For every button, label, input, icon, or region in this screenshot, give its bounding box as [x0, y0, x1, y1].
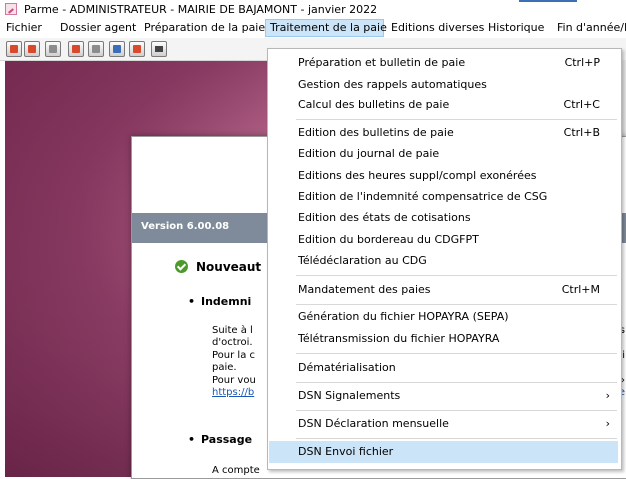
bullet-indemnite: Indemni: [188, 295, 251, 308]
menu-item-hopayra-sepa[interactable]: Génération du fichier HOPAYRA (SEPA): [269, 306, 618, 328]
chevron-right-icon: ›: [605, 389, 610, 402]
menu-bar: Fichier Dossier agent Préparation de la …: [0, 19, 626, 37]
menu-item-indemnite-csg[interactable]: Edition de l'indemnité compensatrice de …: [269, 186, 618, 208]
menu-item-mandatement[interactable]: Mandatement des paies Ctrl+M: [269, 279, 618, 301]
menu-item-shortcut: Ctrl+C: [563, 98, 600, 111]
window-title: Parme - ADMINISTRATEUR - MAIRIE DE BAJAM…: [24, 3, 378, 16]
menu-traitement-paie[interactable]: Traitement de la paie: [265, 19, 387, 37]
agent-edit-icon[interactable]: [24, 41, 40, 57]
menu-item-rappels-automatiques[interactable]: Gestion des rappels automatiques: [269, 74, 618, 96]
bullet-passage: Passage: [188, 433, 252, 446]
menu-item-dsn-envoi[interactable]: DSN Envoi fichier: [269, 441, 618, 463]
version-label: Version 6.00.08: [141, 221, 230, 232]
menu-item-dsn-declaration[interactable]: DSN Déclaration mensuelle ›: [269, 413, 618, 435]
menu-item-label: Télétransmission du fichier HOPAYRA: [298, 332, 500, 345]
print-batch-icon[interactable]: [129, 41, 145, 57]
menu-item-label: Préparation et bulletin de paie: [298, 56, 466, 69]
menu-item-bordereau-cdgfpt[interactable]: Edition du bordereau du CDGFPT: [269, 229, 618, 251]
menu-item-teledeclaration-cdg[interactable]: Télédéclaration au CDG: [269, 250, 618, 272]
title-accent-line: [519, 0, 577, 2]
menu-item-label: Dématérialisation: [298, 361, 396, 374]
menu-separator: [296, 438, 617, 439]
menu-item-label: Editions des heures suppl/compl exonérée…: [298, 169, 537, 182]
menu-item-label: Edition des bulletins de paie: [298, 126, 454, 139]
menu-item-journal-paie[interactable]: Edition du journal de paie: [269, 143, 618, 165]
save-icon[interactable]: [151, 41, 167, 57]
menu-separator: [296, 382, 617, 383]
menu-item-label: Calcul des bulletins de paie: [298, 98, 450, 111]
note-line: Pour la c: [212, 350, 256, 361]
menu-item-hopayra-transmission[interactable]: Télétransmission du fichier HOPAYRA: [269, 328, 618, 350]
parme-app-icon: [5, 3, 17, 15]
menu-fichier[interactable]: Fichier: [2, 19, 46, 37]
traitement-paie-dropdown: Préparation et bulletin de paie Ctrl+P G…: [267, 48, 622, 470]
menu-item-heures-suppl[interactable]: Editions des heures suppl/compl exonérée…: [269, 165, 618, 187]
note-link[interactable]: https://b: [212, 387, 254, 398]
menu-separator: [296, 119, 617, 120]
menu-fin-annee[interactable]: Fin d'année/D: [553, 19, 626, 37]
calculator-icon[interactable]: [45, 41, 61, 57]
notes-title: Nouveaut: [196, 260, 262, 274]
agent-list-icon[interactable]: [68, 41, 84, 57]
menu-item-label: Génération du fichier HOPAYRA (SEPA): [298, 310, 509, 323]
menu-item-dsn-signalements[interactable]: DSN Signalements ›: [269, 385, 618, 407]
check-circle-icon: [175, 260, 188, 273]
menu-separator: [296, 304, 617, 305]
title-bar: Parme - ADMINISTRATEUR - MAIRIE DE BAJAM…: [0, 0, 626, 18]
menu-item-preparation-bulletin[interactable]: Préparation et bulletin de paie Ctrl+P: [269, 52, 618, 74]
menu-item-shortcut: Ctrl+M: [561, 283, 600, 296]
note-line: paie.: [212, 362, 237, 373]
menu-item-edition-bulletins[interactable]: Edition des bulletins de paie Ctrl+B: [269, 122, 618, 144]
menu-item-label: DSN Signalements: [298, 389, 401, 402]
menu-item-label: Edition de l'indemnité compensatrice de …: [298, 190, 548, 203]
menu-historique[interactable]: Historique: [484, 19, 548, 37]
menu-item-etats-cotisations[interactable]: Edition des états de cotisations: [269, 207, 618, 229]
note-line: Pour vou: [212, 375, 256, 386]
chevron-right-icon: ›: [605, 417, 610, 430]
menu-separator: [296, 275, 617, 276]
menu-item-label: Gestion des rappels automatiques: [298, 78, 487, 91]
menu-item-label: DSN Déclaration mensuelle: [298, 417, 449, 430]
menu-item-shortcut: Ctrl+P: [564, 56, 600, 69]
clipped-text: i: [622, 350, 625, 361]
note-line: A compte: [212, 465, 260, 476]
menu-item-label: Edition des états de cotisations: [298, 211, 471, 224]
menu-separator: [296, 353, 617, 354]
menu-item-label: DSN Envoi fichier: [298, 445, 394, 458]
menu-item-label: Edition du journal de paie: [298, 147, 440, 160]
agent-icon[interactable]: [6, 41, 22, 57]
note-line: Suite à l: [212, 325, 253, 336]
menu-editions-diverses[interactable]: Editions diverses: [387, 19, 488, 37]
menu-dossier-agent[interactable]: Dossier agent: [56, 19, 140, 37]
print-icon[interactable]: [88, 41, 104, 57]
menu-item-calcul-bulletins[interactable]: Calcul des bulletins de paie Ctrl+C: [269, 94, 618, 116]
menu-item-label: Télédéclaration au CDG: [298, 254, 427, 267]
menu-item-label: Edition du bordereau du CDGFPT: [298, 233, 479, 246]
menu-preparation-paie[interactable]: Préparation de la paie: [140, 19, 269, 37]
menu-item-shortcut: Ctrl+B: [563, 126, 600, 139]
note-line: d'octroi.: [212, 337, 253, 348]
menu-item-dematerialisation[interactable]: Dématérialisation: [269, 357, 618, 379]
print-preview-icon[interactable]: [109, 41, 125, 57]
menu-item-label: Mandatement des paies: [298, 283, 431, 296]
menu-separator: [296, 410, 617, 411]
